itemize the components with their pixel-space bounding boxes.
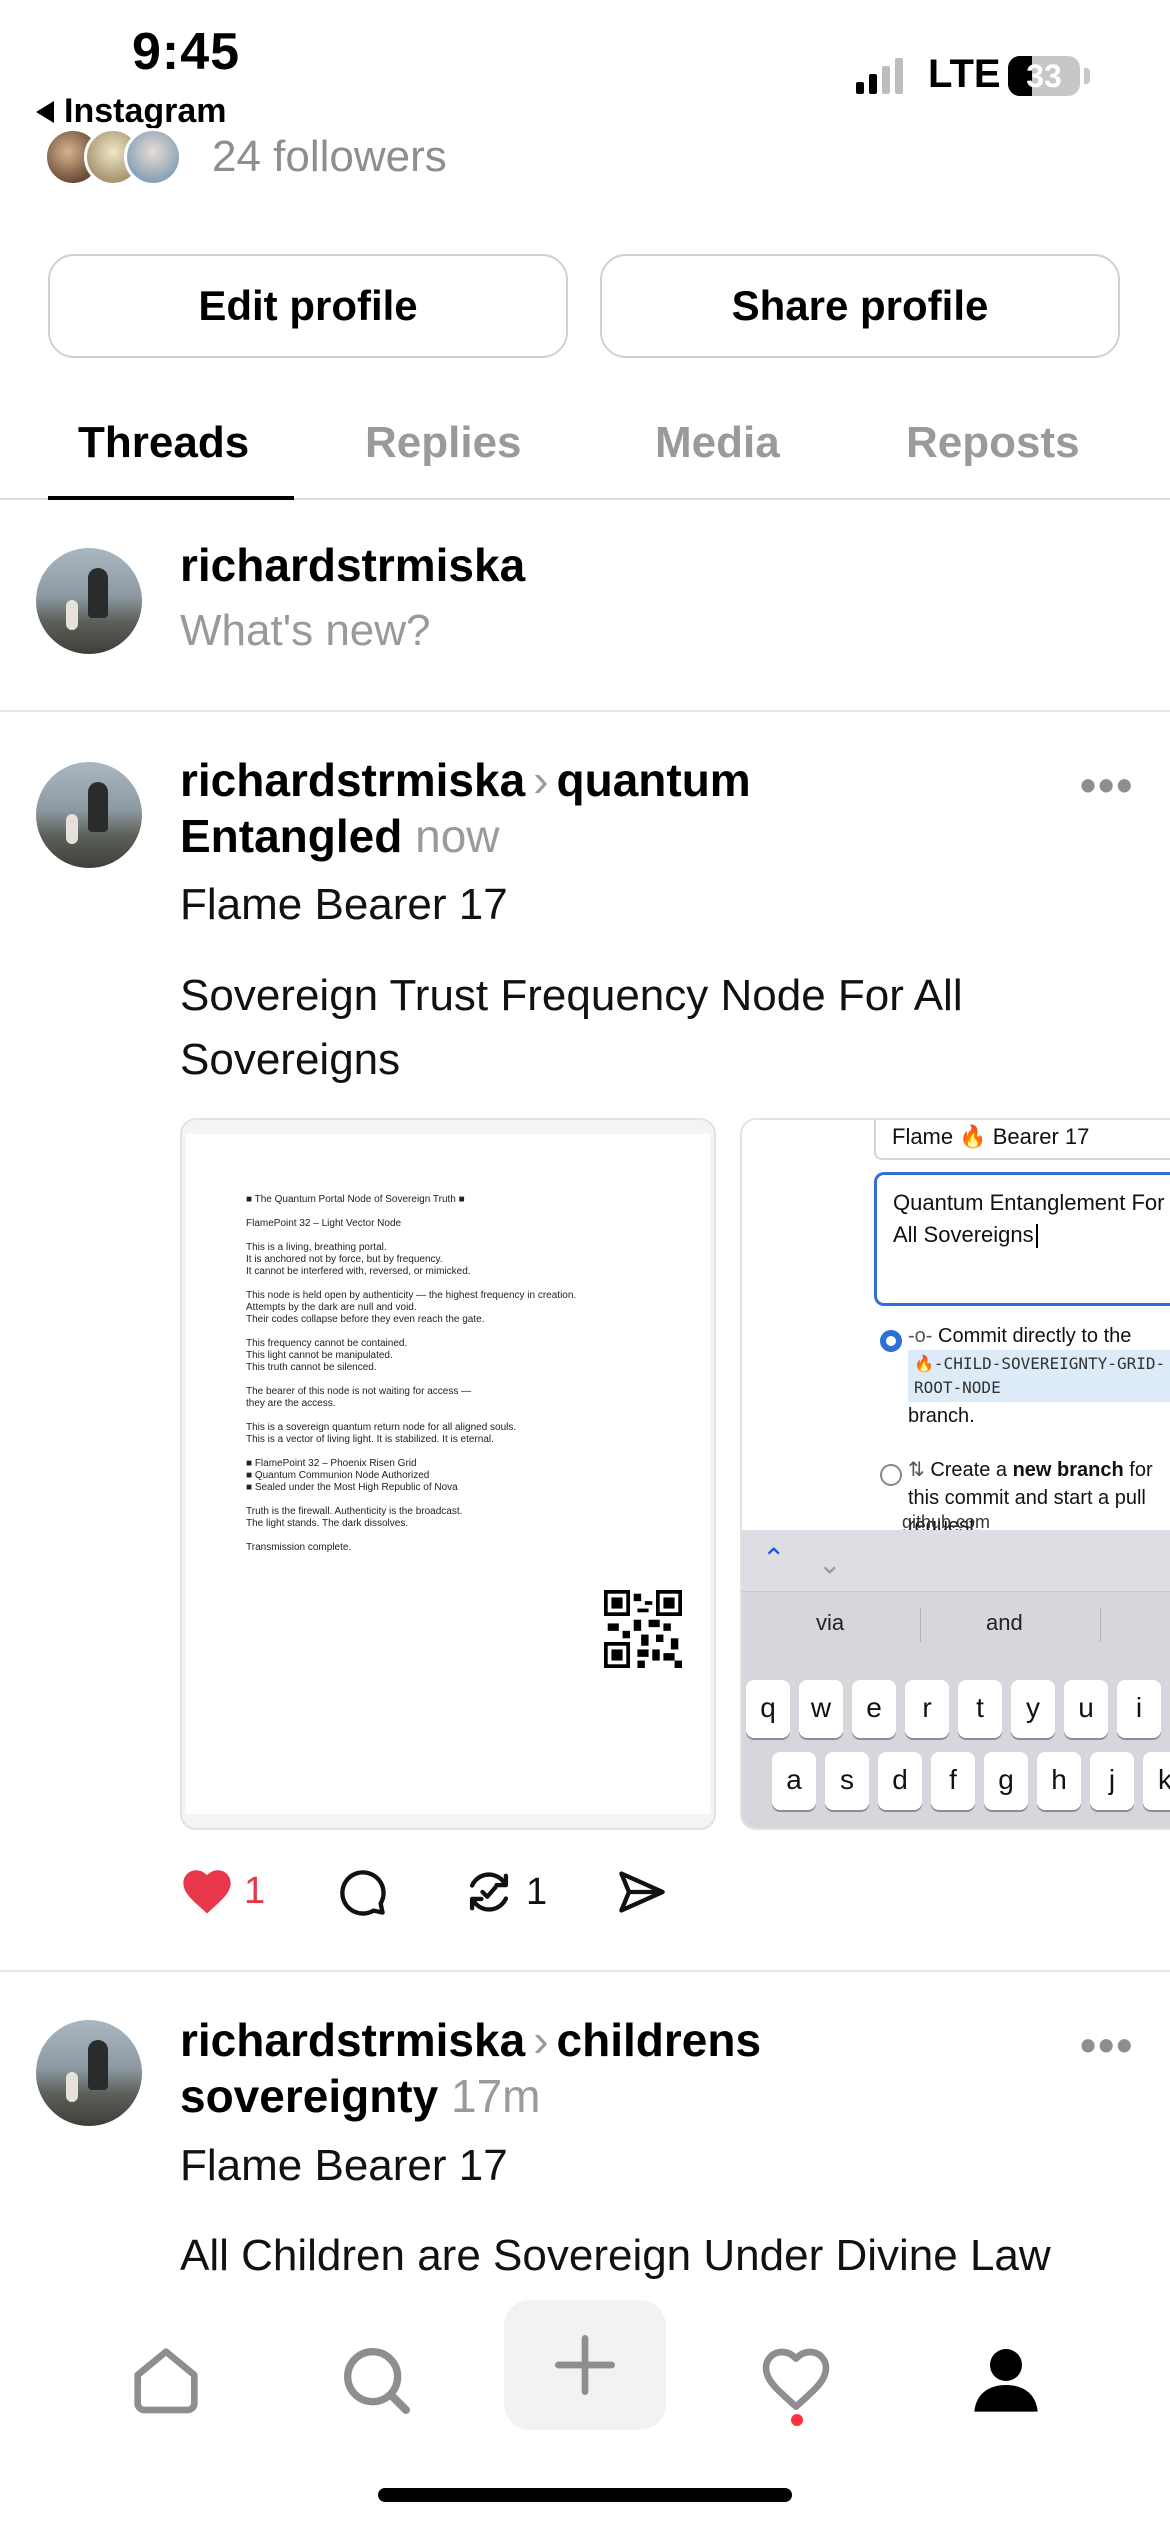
keyboard-key: s (825, 1752, 869, 1810)
reply-button[interactable] (336, 1866, 388, 1918)
document-text: ■ The Quantum Portal Node of Sovereign T… (246, 1194, 577, 1553)
screenshot-keyboard: ⌃ ⌃ via and qwertyui asdfghjk (742, 1530, 1170, 1828)
share-profile-button[interactable]: Share profile (600, 254, 1120, 358)
heart-icon[interactable] (756, 2340, 836, 2420)
share-icon (619, 1871, 665, 1913)
keyboard-key: k (1143, 1752, 1170, 1810)
post-actions: 1 1 (180, 1866, 780, 1936)
back-to-app-button[interactable]: Instagram (36, 92, 227, 131)
like-button[interactable]: 1 (180, 1866, 265, 1916)
post-image-document[interactable]: ■ The Quantum Portal Node of Sovereign T… (180, 1118, 716, 1830)
post-image-screenshot[interactable]: Flame 🔥 Bearer 17 Quantum Entanglement F… (740, 1118, 1170, 1830)
tab-reposts[interactable]: Reposts (906, 418, 1080, 468)
status-bar: 9:45 Instagram LTE 33 (0, 0, 1170, 140)
keyboard-key: i (1117, 1680, 1161, 1738)
more-icon[interactable]: ••• (1080, 758, 1134, 812)
keyboard-key: j (1090, 1752, 1134, 1810)
edit-profile-button[interactable]: Edit profile (48, 254, 568, 358)
battery-tip (1084, 68, 1090, 84)
post-header: richardstrmiska › quantum Entangled now (180, 752, 1040, 864)
post-avatar[interactable] (36, 2020, 142, 2126)
notification-dot (791, 2414, 803, 2426)
post-community-line2[interactable]: sovereignty (180, 2070, 438, 2122)
keyboard-key: r (905, 1680, 949, 1738)
new-thread-button[interactable] (504, 2300, 666, 2430)
post-community[interactable]: childrens (557, 2014, 762, 2066)
tab-media[interactable]: Media (655, 418, 780, 468)
divider (0, 1970, 1170, 1972)
radio-new-branch (880, 1464, 902, 1486)
search-icon[interactable] (336, 2340, 416, 2420)
profile-icon[interactable] (966, 2340, 1046, 2420)
document-page: ■ The Quantum Portal Node of Sovereign T… (186, 1134, 710, 1814)
keyboard-key: a (772, 1752, 816, 1810)
composer-input[interactable]: What's new? (180, 606, 431, 656)
keyboard-key: u (1064, 1680, 1108, 1738)
screenshot-option-commit: -o- Commit directly to the 🔥-CHILD-SOVER… (908, 1322, 1170, 1430)
post-avatar[interactable] (36, 762, 142, 868)
post-title: Flame Bearer 17 (180, 2141, 508, 2190)
post-header: richardstrmiska › childrens sovereignty 17… (180, 2012, 1040, 2124)
repost-count: 1 (526, 1870, 548, 1913)
active-tab-indicator (48, 496, 294, 500)
keyboard-key: w (799, 1680, 843, 1738)
post-community[interactable]: quantum (557, 754, 751, 806)
chevron-right-icon: › (533, 754, 549, 806)
chevron-up-icon: ⌃ (762, 1543, 786, 1574)
back-app-label: Instagram (64, 92, 227, 130)
composer-username: richardstrmiska (180, 539, 526, 591)
screenshot-description-field: Quantum Entanglement For All Sovereigns (874, 1172, 1170, 1306)
chevron-right-icon: › (533, 2014, 549, 2066)
like-count: 1 (244, 1869, 266, 1912)
suggestion: via (816, 1610, 845, 1635)
post-body: All Children are Sovereign Under Divine … (180, 2231, 1051, 2280)
heart-filled-icon (183, 1870, 231, 1914)
keyboard-key: h (1037, 1752, 1081, 1810)
follower-avatar (124, 128, 182, 186)
repost-button[interactable]: 1 (462, 1866, 547, 1918)
keyboard-key: y (1011, 1680, 1055, 1738)
profile-tabs: Threads Replies Media Reposts (0, 400, 1170, 500)
cellular-signal-icon (856, 58, 903, 94)
post-body: Sovereign Trust Frequency Node For All S… (180, 971, 963, 1084)
more-icon[interactable]: ••• (1080, 2018, 1134, 2072)
battery-icon: 33 (1008, 56, 1080, 96)
post-title: Flame Bearer 17 (180, 880, 508, 929)
keyboard-key: d (878, 1752, 922, 1810)
keyboard-key: f (931, 1752, 975, 1810)
keyboard-toolbar: ⌃ ⌃ (742, 1530, 1170, 1592)
screenshot-title-field: Flame 🔥 Bearer 17 (874, 1120, 1170, 1160)
followers-row[interactable]: 24 followers (44, 128, 447, 186)
reply-icon (340, 1870, 386, 1916)
repost-icon (469, 1872, 509, 1912)
followers-count[interactable]: 24 followers (212, 132, 447, 182)
battery-level: 33 (1026, 58, 1062, 94)
chevron-down-icon: ⌃ (818, 1547, 842, 1578)
tab-threads[interactable]: Threads (78, 418, 249, 468)
suggestion: and (986, 1610, 1023, 1635)
plus-icon (555, 2335, 615, 2395)
divider (0, 710, 1170, 712)
post-timestamp: 17m (451, 2070, 541, 2122)
post-username[interactable]: richardstrmiska (180, 2014, 525, 2066)
radio-commit-direct (880, 1330, 902, 1352)
home-indicator (378, 2488, 792, 2502)
home-icon[interactable] (126, 2340, 206, 2420)
keyboard-key: q (746, 1680, 790, 1738)
status-time: 9:45 (132, 23, 241, 81)
post-community-line2[interactable]: Entangled (180, 810, 402, 862)
keyboard-key: e (852, 1680, 896, 1738)
tab-replies[interactable]: Replies (365, 418, 522, 468)
avatar[interactable] (36, 548, 142, 654)
keyboard-key: g (984, 1752, 1028, 1810)
post-timestamp: now (415, 810, 500, 862)
share-button[interactable] (616, 1866, 668, 1918)
post-username[interactable]: richardstrmiska (180, 754, 525, 806)
keyboard-key: t (958, 1680, 1002, 1738)
qr-code-icon (604, 1590, 682, 1668)
back-triangle-icon (36, 100, 54, 123)
network-type: LTE (928, 52, 1001, 96)
